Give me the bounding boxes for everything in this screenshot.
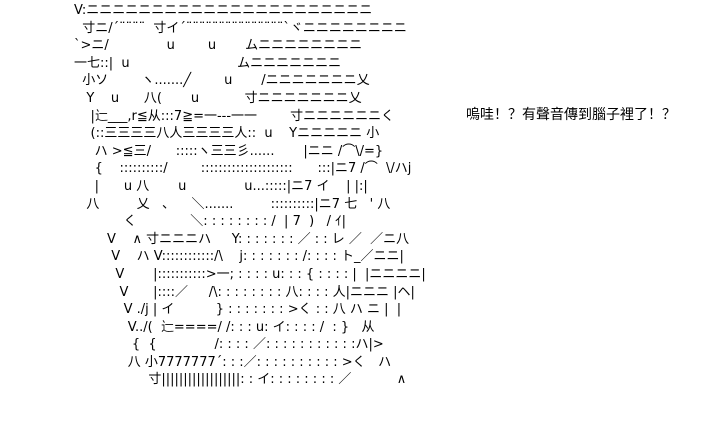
ascii-art-line: 寸||||||||||||||||||: : イ: : : : : : : : …	[74, 372, 407, 388]
ascii-art-figure: V:ニニニニニニニニニニニニニニニニニニニニニニ 寸ニ/´¨¨¨¨ 寸イ´¨¨¨…	[74, 2, 426, 389]
ascii-art-line: 八 乂 、 ＼....... ::::::::::|ニ7 七 ' 八	[74, 196, 391, 212]
ascii-art-line: { ::::::::::/ ::::::::::::::::::::: :::|…	[74, 161, 412, 177]
ascii-art-line: V../( 辷====/ /: : : u: イ: : : : / : } 从	[74, 319, 375, 335]
ascii-art-line: V |:::::::::::>一; : : : : u: : : { : : :…	[74, 266, 426, 282]
ascii-art-line: ハ >≦三/ :::::ヽ三三彡...... |ニニ /⌒\/=}	[74, 143, 384, 159]
ascii-art-line: V:ニニニニニニニニニニニニニニニニニニニニニニ	[74, 3, 373, 18]
ascii-art-line: 八 小7777777´: : :／: : : : : : : : : : >く …	[74, 354, 392, 370]
ascii-art-line: V ∧ 寸ニニニハ Y: : : : : : : ／ : : レ ／ ／ニ八	[74, 231, 410, 247]
ascii-art-line: V ./j | イ } : : : : : : : >く : : 八 ハ ニ |…	[74, 302, 402, 318]
ascii-art-line: V |::::／ /\: : : : : : : : 八: : : : 人|ニニ…	[74, 284, 415, 300]
ascii-art-line: |辷___,r≦从:::7≧=一-‐-一一 寸ニニニニニニく	[74, 108, 395, 124]
ascii-art-line: `>ニ/ u u ムニニニニニニニニ	[74, 38, 363, 54]
ascii-art-line: 寸ニ/´¨¨¨¨ 寸イ´¨¨¨¨¨¨¨¨¨¨¨¨¨¨¨`ヾニニニニニニニニ	[74, 20, 407, 36]
ascii-art-line: | u 八 u u...:::::|ニ7 イ | |:|	[74, 178, 368, 194]
speech-caption: 嗚哇！？有聲音傳到腦子裡了！？	[466, 107, 676, 123]
ascii-art-line: { { /: : : : ／: : : : : : : : : : :ハ|>	[74, 337, 384, 353]
ascii-art-line: V ハ V::::::::::::/\ j: : : : : : : /: : …	[74, 249, 404, 265]
ascii-art-line: 一七::| u ムニニニニニニニ	[74, 55, 342, 71]
ascii-art-line: 小ソ ヽ.......╱ u /ニニニニニニニ乂	[74, 73, 370, 89]
ascii-art-canvas: V:ニニニニニニニニニニニニニニニニニニニニニニ 寸ニ/´¨¨¨¨ 寸イ´¨¨¨…	[0, 0, 718, 440]
ascii-art-line: く ＼: : : : : : : : / | 7 ) / ｲ|	[74, 214, 346, 230]
ascii-art-line: Y u 八( u 寸ニニニニニニニ乂	[74, 90, 362, 106]
ascii-art-line: (::三三三三八人三三三三人:: u Yニニニニニ 小	[74, 126, 380, 142]
